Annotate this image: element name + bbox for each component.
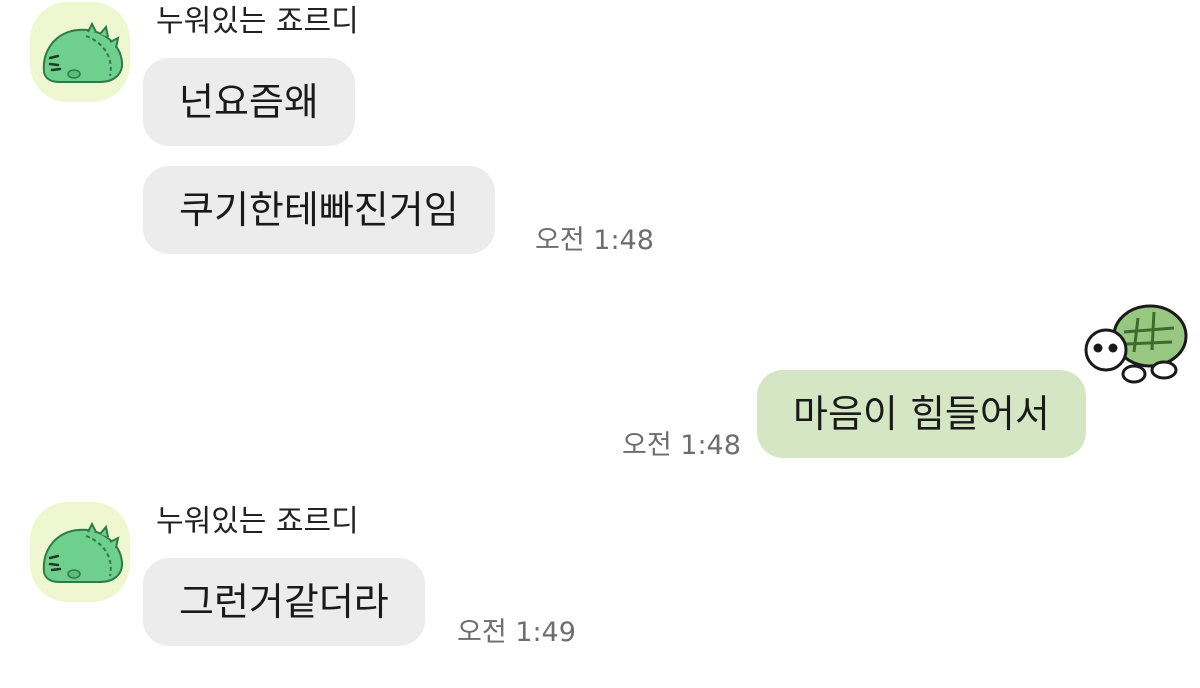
message-timestamp: 오전 1:49: [457, 617, 576, 648]
message-bubble[interactable]: 넌요즘왜: [143, 58, 355, 146]
message-bubble-mine[interactable]: 마음이 힘들어서: [757, 370, 1086, 458]
jordy-dinosaur-icon: [42, 21, 124, 83]
turtle-sticker-icon: [1082, 296, 1192, 386]
jordy-dinosaur-icon: [42, 521, 124, 583]
sender-name: 누워있는 죠르디: [156, 504, 359, 539]
message-timestamp: 오전 1:48: [535, 225, 654, 256]
message-bubble[interactable]: 쿠기한테빠진거임: [143, 166, 495, 254]
sender-name: 누워있는 죠르디: [156, 4, 359, 39]
sender-avatar[interactable]: [30, 502, 130, 602]
message-timestamp: 오전 1:48: [622, 430, 741, 461]
sender-avatar[interactable]: [30, 2, 130, 102]
chat-window: 누워있는 죠르디 넌요즘왜 쿠기한테빠진거임 오전 1:48 마음이 힘들어서 …: [0, 0, 1200, 688]
message-bubble[interactable]: 그런거같더라: [143, 558, 425, 646]
